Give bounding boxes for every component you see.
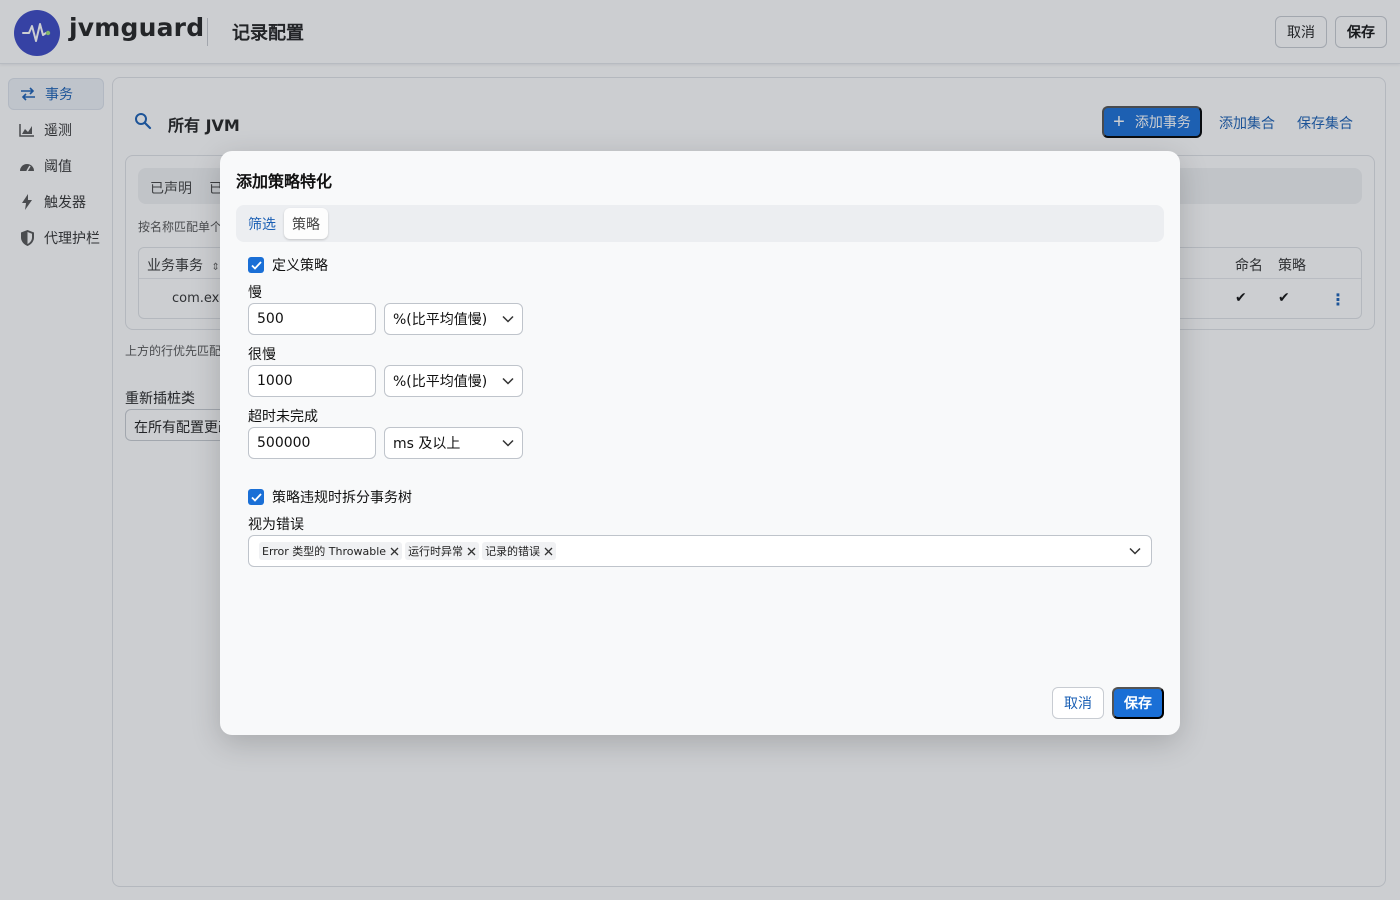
close-icon[interactable]	[467, 547, 476, 556]
chevron-down-icon[interactable]	[1129, 547, 1141, 555]
split-tree-checkbox[interactable]: 策略违规时拆分事务树	[248, 487, 412, 507]
very-slow-threshold-input[interactable]: 1000	[248, 365, 376, 397]
very-slow-unit-value: %(比平均值慢)	[393, 374, 488, 390]
checkbox-checked-icon	[248, 489, 264, 505]
error-types-multiselect[interactable]: Error 类型的 Throwable 运行时异常 记录的错误	[248, 535, 1152, 567]
error-tag: Error 类型的 Throwable	[259, 542, 403, 560]
timeout-unit-select[interactable]: ms 及以上	[384, 427, 523, 459]
error-tag: 记录的错误	[482, 542, 557, 560]
slow-unit-value: %(比平均值慢)	[393, 312, 488, 328]
very-slow-unit-select[interactable]: %(比平均值慢)	[384, 365, 523, 397]
add-policy-specialization-dialog: 添加策略特化 筛选 策略 定义策略 慢 500 %(比平均值慢) 很慢 1000…	[220, 151, 1180, 735]
chevron-down-icon	[502, 439, 514, 447]
slow-unit-select[interactable]: %(比平均值慢)	[384, 303, 523, 335]
tab-filter[interactable]: 筛选	[240, 208, 284, 239]
chevron-down-icon	[502, 315, 514, 323]
errors-label: 视为错误	[248, 517, 304, 533]
slow-threshold-input[interactable]: 500	[248, 303, 376, 335]
checkbox-checked-icon	[248, 257, 264, 273]
define-policy-label: 定义策略	[272, 258, 328, 274]
very-slow-label: 很慢	[248, 347, 276, 363]
timeout-unit-value: ms 及以上	[393, 436, 461, 452]
error-tag: 运行时异常	[405, 542, 480, 560]
timeout-threshold-input[interactable]: 500000	[248, 427, 376, 459]
dialog-title: 添加策略特化	[236, 172, 333, 191]
chevron-down-icon	[502, 377, 514, 385]
close-icon[interactable]	[544, 547, 553, 556]
split-tree-label: 策略违规时拆分事务树	[272, 490, 412, 506]
dialog-cancel-button[interactable]: 取消	[1052, 687, 1104, 719]
tab-policy[interactable]: 策略	[284, 208, 328, 239]
timeout-label: 超时未完成	[248, 409, 318, 425]
define-policy-checkbox[interactable]: 定义策略	[248, 255, 328, 275]
slow-label: 慢	[248, 285, 262, 301]
dialog-save-button[interactable]: 保存	[1112, 687, 1164, 719]
close-icon[interactable]	[390, 547, 399, 556]
dialog-tabs: 筛选 策略	[236, 205, 1164, 242]
